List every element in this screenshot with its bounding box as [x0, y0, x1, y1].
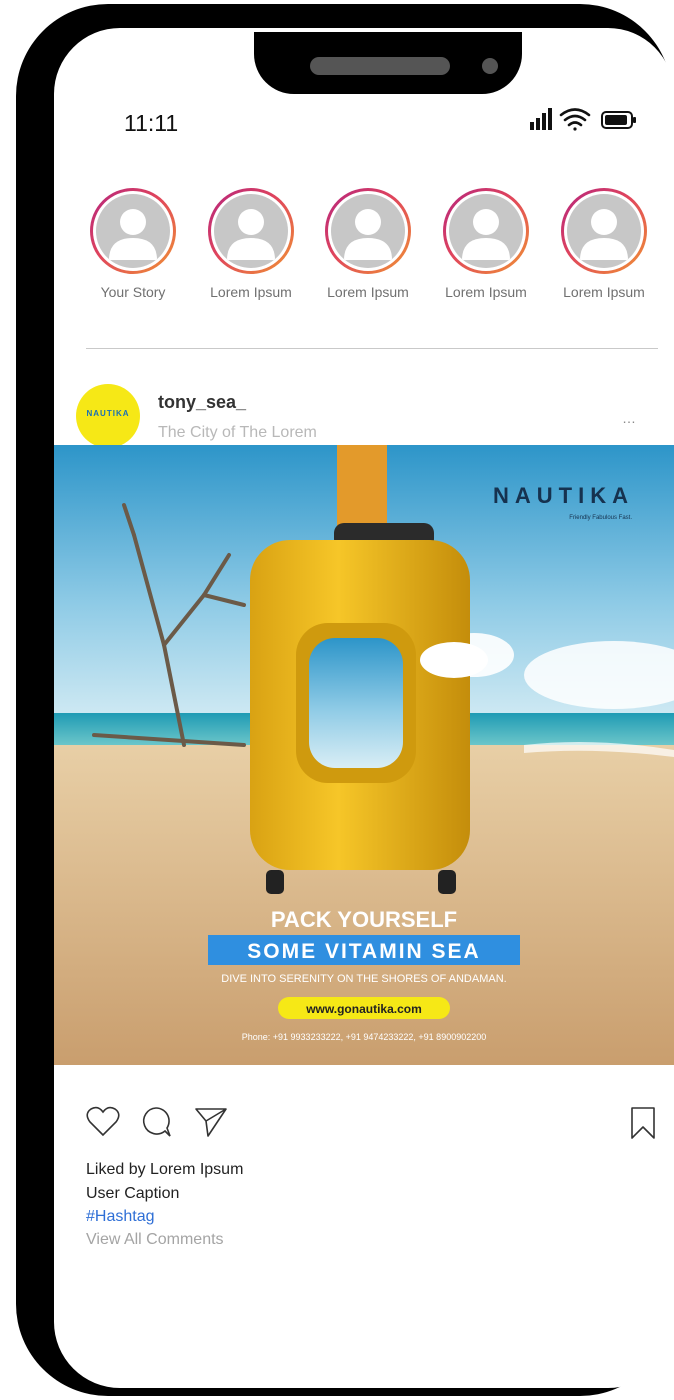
story-ring — [325, 188, 411, 274]
stories-divider — [86, 348, 658, 349]
story-ring — [561, 188, 647, 274]
story-ring — [208, 188, 294, 274]
story-ring — [90, 188, 176, 274]
avatar — [331, 194, 405, 268]
user-silhouette-icon — [462, 209, 510, 260]
story-label: Lorem Ipsum — [210, 284, 292, 300]
image-brand-logo: NAUTIKA — [493, 483, 634, 508]
user-silhouette-icon — [344, 209, 392, 260]
avatar — [96, 194, 170, 268]
post-username[interactable]: tony_sea_ — [158, 392, 246, 413]
story-item[interactable]: Lorem Ipsum — [555, 188, 653, 300]
comment-bubble-icon[interactable] — [140, 1106, 172, 1138]
image-brand-tagline: Friendly Fabulous Fast. — [569, 515, 632, 521]
stories-row: Your Story Lorem Ipsum Lorem Ipsum Lorem… — [84, 188, 654, 328]
image-headline: PACK YOURSELF — [271, 907, 457, 932]
brand-avatar-logo: NAUTIKA — [86, 409, 130, 418]
post-hashtag[interactable]: #Hashtag — [86, 1208, 155, 1226]
avatar — [214, 194, 288, 268]
more-options-icon[interactable]: … — [622, 410, 637, 426]
image-phone: Phone: +91 9933233222, +91 9474233222, +… — [242, 1032, 487, 1042]
story-item[interactable]: Lorem Ipsum — [319, 188, 417, 300]
post-image[interactable]: NAUTIKA Friendly Fabulous Fast. PACK YOU… — [54, 445, 674, 1065]
user-silhouette-icon — [109, 209, 157, 260]
story-item[interactable]: Your Story — [84, 188, 182, 300]
bookmark-icon[interactable] — [630, 1106, 656, 1140]
post-caption: User Caption — [86, 1185, 180, 1202]
story-label: Lorem Ipsum — [445, 284, 527, 300]
image-subline: DIVE INTO SERENITY ON THE SHORES OF ANDA… — [221, 973, 506, 985]
signal-icon — [530, 108, 552, 130]
battery-icon — [601, 111, 636, 129]
phone-frame: 11:11 Your Story Lorem Ipsum Lorem Ipsum… — [16, 4, 674, 1396]
like-heart-icon[interactable] — [86, 1106, 120, 1138]
brand-avatar[interactable]: NAUTIKA — [76, 384, 140, 448]
post-location[interactable]: The City of The Lorem — [158, 424, 317, 442]
liked-by-text[interactable]: Liked by Lorem Ipsum — [86, 1161, 243, 1179]
phone-screen: 11:11 Your Story Lorem Ipsum Lorem Ipsum… — [54, 28, 674, 1388]
avatar — [567, 194, 641, 268]
post-image-artwork: NAUTIKA Friendly Fabulous Fast. PACK YOU… — [54, 445, 674, 1065]
user-silhouette-icon — [227, 209, 275, 260]
story-item[interactable]: Lorem Ipsum — [202, 188, 300, 300]
story-ring — [443, 188, 529, 274]
story-label: Lorem Ipsum — [327, 284, 409, 300]
speaker-grille — [310, 57, 450, 75]
view-all-comments-link[interactable]: View All Comments — [86, 1231, 224, 1249]
post-actions — [84, 1106, 656, 1146]
user-silhouette-icon — [580, 209, 628, 260]
send-paper-plane-icon[interactable] — [194, 1106, 228, 1138]
avatar — [449, 194, 523, 268]
wifi-icon — [559, 108, 591, 131]
story-label: Your Story — [100, 284, 166, 300]
image-website: www.gonautika.com — [305, 1002, 422, 1016]
image-highlight: SOME VITAMIN SEA — [247, 940, 480, 963]
phone-notch — [254, 32, 522, 94]
status-icons — [530, 108, 636, 131]
status-time: 11:11 — [124, 110, 179, 136]
story-item[interactable]: Lorem Ipsum — [437, 188, 535, 300]
story-label: Lorem Ipsum — [563, 284, 645, 300]
front-camera — [482, 58, 498, 74]
